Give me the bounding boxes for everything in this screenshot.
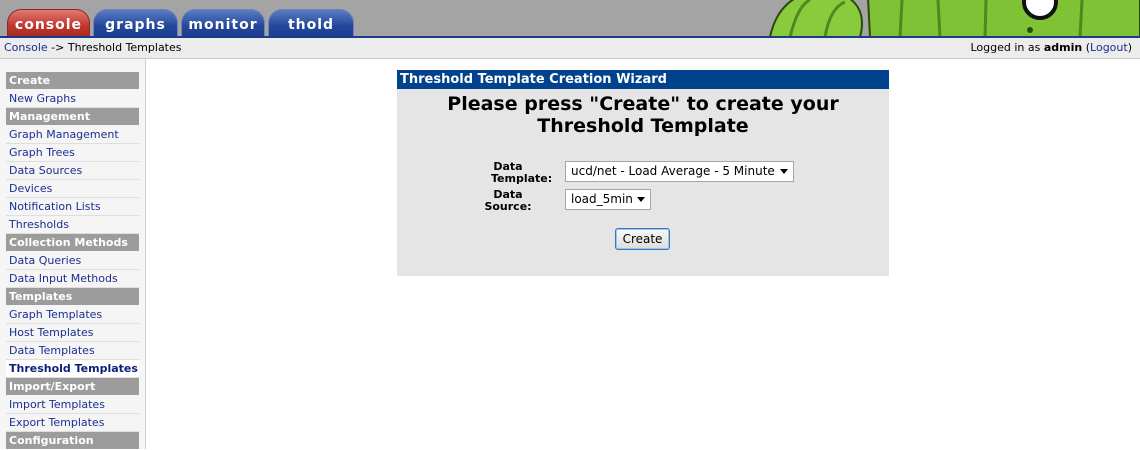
- sidebar-item-host-templates[interactable]: Host Templates: [6, 324, 139, 342]
- sidebar-section-header: Collection Methods: [6, 234, 139, 251]
- sidebar-item-data-input-methods[interactable]: Data Input Methods: [6, 270, 139, 288]
- data-source-label: Data Source:: [473, 189, 543, 213]
- sidebar-item-export-templates[interactable]: Export Templates: [6, 414, 139, 432]
- wizard-heading: Please press "Create" to create your Thr…: [447, 93, 839, 137]
- wizard-title: Threshold Template Creation Wizard: [397, 70, 889, 89]
- data-template-select[interactable]: ucd/net - Load Average - 5 Minute: [565, 161, 794, 182]
- data-template-label-line2: Template:: [491, 172, 553, 185]
- sidebar-item-devices[interactable]: Devices: [6, 180, 139, 198]
- sidebar-section-header: Templates: [6, 288, 139, 305]
- top-tab-bar: console graphs monitor thold: [0, 0, 1140, 38]
- data-source-label-line2: Source:: [484, 200, 532, 213]
- sidebar-item-graph-management[interactable]: Graph Management: [6, 126, 139, 144]
- breadcrumb-console-link[interactable]: Console: [4, 41, 48, 54]
- sidebar-item-graph-trees[interactable]: Graph Trees: [6, 144, 139, 162]
- sidebar-item-new-graphs[interactable]: New Graphs: [6, 90, 139, 108]
- logout-link[interactable]: Logout: [1090, 41, 1128, 54]
- data-template-value: ucd/net - Load Average - 5 Minute: [571, 164, 775, 178]
- chevron-down-icon: [637, 197, 645, 202]
- sidebar-section-header: Configuration: [6, 432, 139, 449]
- sidebar-item-data-queries[interactable]: Data Queries: [6, 252, 139, 270]
- sidebar-item-data-templates[interactable]: Data Templates: [6, 342, 139, 360]
- tab-thold[interactable]: thold: [268, 9, 354, 37]
- sidebar-section-header: Create: [6, 72, 139, 89]
- sidebar-section-header: Management: [6, 108, 139, 125]
- sidebar-item-notification-lists[interactable]: Notification Lists: [6, 198, 139, 216]
- login-status: Logged in as admin (Logout): [970, 41, 1132, 54]
- data-source-select[interactable]: load_5min: [565, 189, 651, 210]
- sidebar-section-header: Import/Export: [6, 378, 139, 395]
- data-source-value: load_5min: [571, 192, 633, 206]
- login-user: admin: [1043, 41, 1083, 54]
- sidebar: Create New Graphs Management Graph Manageme…: [0, 59, 146, 449]
- sidebar-item-import-templates[interactable]: Import Templates: [6, 396, 139, 414]
- tab-graphs[interactable]: graphs: [93, 9, 178, 37]
- create-button[interactable]: Create: [615, 228, 670, 250]
- breadcrumb-separator: ->: [47, 41, 68, 54]
- tab-monitor[interactable]: monitor: [181, 9, 265, 37]
- sidebar-item-data-sources[interactable]: Data Sources: [6, 162, 139, 180]
- sidebar-item-threshold-templates[interactable]: Threshold Templates: [6, 360, 139, 378]
- sidebar-item-graph-templates[interactable]: Graph Templates: [6, 306, 139, 324]
- chevron-down-icon: [780, 169, 788, 174]
- tab-console[interactable]: console: [7, 9, 90, 37]
- sidebar-item-thresholds[interactable]: Thresholds: [6, 216, 139, 234]
- data-template-label: Data Template:: [473, 161, 553, 185]
- breadcrumb: Console -> Threshold Templates Logged in…: [0, 38, 1140, 59]
- login-prefix: Logged in as: [970, 41, 1044, 54]
- cactus-logo: [750, 0, 1140, 37]
- sidebar-menu: Create New Graphs Management Graph Manageme…: [6, 72, 139, 450]
- breadcrumb-current: Threshold Templates: [67, 41, 182, 54]
